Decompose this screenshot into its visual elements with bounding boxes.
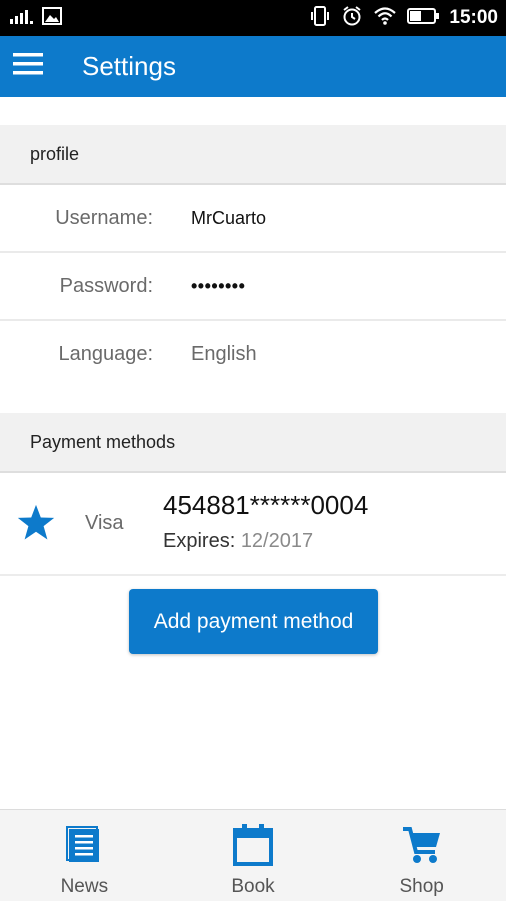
nav-item-news[interactable]: News: [0, 810, 169, 901]
nav-item-shop[interactable]: Shop: [337, 810, 506, 901]
nav-label-book: Book: [231, 876, 275, 897]
status-time: 15:00: [449, 7, 498, 28]
password-value: ••••••••: [191, 275, 246, 296]
add-payment-method-button[interactable]: Add payment method: [129, 589, 378, 654]
username-label: Username:: [55, 206, 153, 229]
language-label: Language:: [58, 342, 153, 365]
language-value: English: [191, 342, 257, 365]
username-value: MrCuarto: [191, 207, 267, 228]
image-icon: [42, 6, 62, 30]
star-icon[interactable]: [16, 504, 56, 547]
news-icon: [66, 824, 102, 866]
bottom-navigation: News Book Shop: [0, 809, 506, 901]
username-row[interactable]: Username: MrCuarto: [0, 185, 506, 253]
password-label: Password:: [59, 274, 153, 297]
payment-card-row[interactable]: Visa 454881******0004 Expires: 12/2017: [0, 474, 506, 576]
alarm-icon: [341, 5, 363, 32]
calendar-icon: [233, 824, 273, 866]
nav-label-shop: Shop: [399, 876, 444, 897]
expires-label: Expires:: [163, 530, 236, 552]
signal-icon: [10, 7, 34, 30]
hamburger-menu-icon: [13, 53, 43, 80]
status-bar: 15:00: [0, 0, 506, 36]
cart-icon: [402, 824, 442, 866]
page-title: Settings: [82, 51, 176, 81]
profile-section-header: profile: [0, 125, 506, 185]
payment-header-label: Payment methods: [30, 431, 176, 452]
card-number: 454881******0004: [163, 490, 369, 520]
wifi-icon: [373, 6, 397, 31]
language-row[interactable]: Language: English: [0, 321, 506, 387]
nav-label-news: News: [60, 876, 109, 897]
app-bar: Settings: [0, 36, 506, 97]
menu-button[interactable]: [0, 36, 58, 97]
vibrate-icon: [309, 5, 331, 32]
expires-value: 12/2017: [240, 530, 314, 552]
battery-icon: [407, 7, 440, 29]
payment-section-header: Payment methods: [0, 413, 506, 473]
password-row[interactable]: Password: ••••••••: [0, 253, 506, 321]
card-expiry: Expires: 12/2017: [163, 530, 313, 553]
profile-header-label: profile: [30, 143, 80, 164]
card-type: Visa: [85, 512, 124, 534]
nav-item-book[interactable]: Book: [169, 810, 338, 901]
